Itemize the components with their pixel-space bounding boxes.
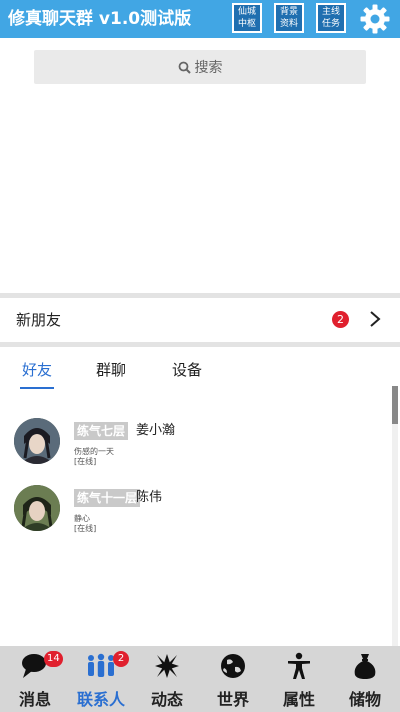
friend-name: 陈伟 <box>136 490 163 505</box>
nav-world[interactable]: 世界 <box>200 646 266 712</box>
person-icon <box>288 652 310 679</box>
bottom-nav: 14 消息 2 联系人 动态 世界 属性 储物 <box>0 646 400 712</box>
nav-messages-label: 消息 <box>18 690 51 709</box>
city-center-line1: 仙城 <box>237 7 256 17</box>
nav-messages[interactable]: 14 消息 <box>2 646 68 712</box>
section-divider <box>0 342 400 347</box>
scrollbar-thumb[interactable] <box>392 386 398 424</box>
main-quest-button[interactable]: 主线 任务 <box>316 3 346 33</box>
tab-groups[interactable]: 群聊 <box>94 355 128 391</box>
contact-tabs: 好友 群聊 设备 <box>0 355 400 391</box>
messages-badge: 14 <box>44 651 63 667</box>
contacts-icon <box>88 653 114 677</box>
friend-signature: 静心 <box>74 514 90 523</box>
nav-moments[interactable]: 动态 <box>134 646 200 712</box>
friend-status: [在线] <box>74 524 97 533</box>
gear-icon[interactable] <box>360 4 390 34</box>
search-icon <box>178 61 191 74</box>
nav-storage-label: 储物 <box>348 690 381 709</box>
world-icon <box>221 654 245 678</box>
new-friends-badge: 2 <box>332 311 349 328</box>
avatar <box>14 485 60 531</box>
friend-status: [在线] <box>74 457 97 466</box>
app-screen: 修真聊天群 v1.0测试版 仙城 中枢 背景 资料 主线 任务 搜索 新朋友 2… <box>0 0 400 712</box>
friend-signature: 伤感的一天 <box>74 447 114 456</box>
friend-list-item[interactable]: 练气十一层 陈伟 静心 [在线] <box>0 485 380 545</box>
tab-devices[interactable]: 设备 <box>170 355 204 391</box>
friend-name: 姜小瀚 <box>136 423 176 438</box>
main-quest-line1: 主线 <box>321 7 340 17</box>
background-info-line2: 资料 <box>279 19 298 29</box>
contacts-badge: 2 <box>113 651 129 667</box>
city-center-button[interactable]: 仙城 中枢 <box>232 3 262 33</box>
moments-icon <box>155 654 179 678</box>
nav-world-label: 世界 <box>216 690 249 709</box>
city-center-line2: 中枢 <box>237 19 256 29</box>
app-title: 修真聊天群 v1.0测试版 <box>8 9 192 29</box>
bag-icon <box>354 654 376 679</box>
background-info-button[interactable]: 背景 资料 <box>274 3 304 33</box>
cultivation-realm-badge: 练气七层 <box>74 422 129 440</box>
nav-contacts[interactable]: 2 联系人 <box>68 646 134 712</box>
search-placeholder: 搜索 <box>194 60 223 76</box>
scrollbar[interactable] <box>392 386 398 646</box>
search-bar[interactable]: 搜索 <box>34 50 366 84</box>
chevron-right-icon <box>370 311 381 327</box>
header-bar: 修真聊天群 v1.0测试版 仙城 中枢 背景 资料 主线 任务 <box>0 0 400 38</box>
tab-friends[interactable]: 好友 <box>20 355 54 391</box>
nav-storage[interactable]: 储物 <box>332 646 398 712</box>
nav-contacts-label: 联系人 <box>76 690 125 709</box>
background-info-line1: 背景 <box>279 7 298 17</box>
nav-attributes-label: 属性 <box>282 690 315 709</box>
new-friends-label: 新朋友 <box>16 311 62 329</box>
main-quest-line2: 任务 <box>321 19 340 29</box>
avatar <box>14 418 60 464</box>
cultivation-realm-badge: 练气十一层 <box>74 489 141 507</box>
new-friends-row[interactable]: 新朋友 2 <box>0 298 400 342</box>
nav-moments-label: 动态 <box>150 690 183 709</box>
friend-list-item[interactable]: 练气七层 姜小瀚 伤感的一天 [在线] <box>0 418 380 478</box>
nav-attributes[interactable]: 属性 <box>266 646 332 712</box>
